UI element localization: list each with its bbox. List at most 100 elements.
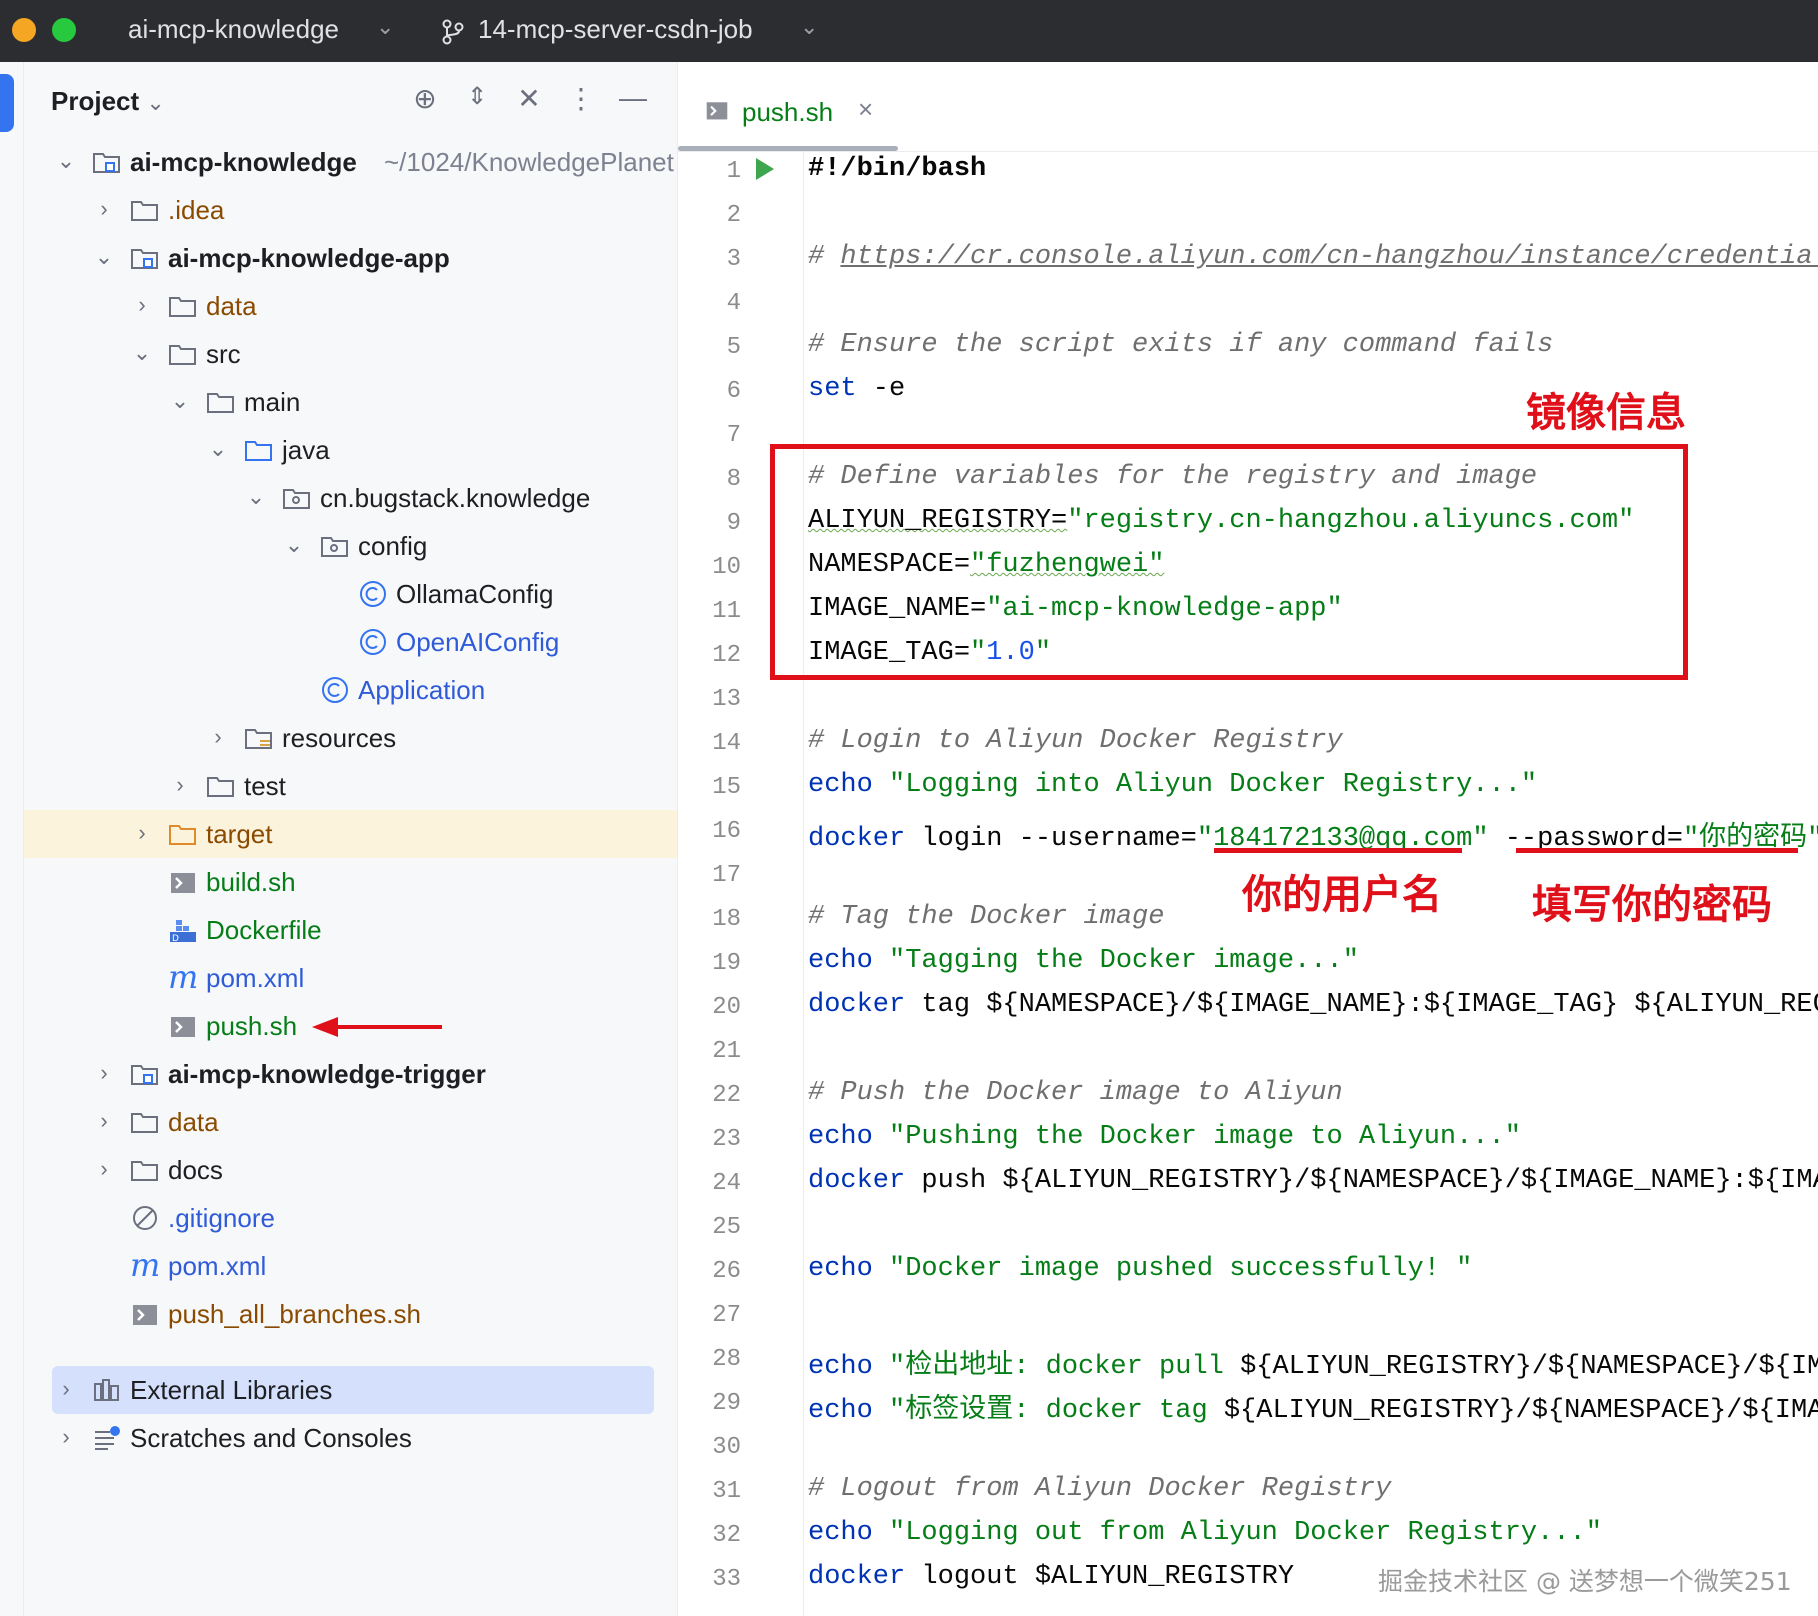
line-number[interactable]: 30 <box>678 1434 741 1461</box>
tree-item-folder[interactable]: ⌄ main <box>24 378 677 426</box>
chevron-right-icon[interactable]: › <box>132 292 152 318</box>
tab-push-sh[interactable]: push.sh × <box>678 62 898 152</box>
chevron-down-icon[interactable]: ⌄ <box>800 14 818 40</box>
line-number[interactable]: 26 <box>678 1258 741 1285</box>
line-number[interactable]: 1 <box>678 158 741 185</box>
line-number[interactable]: 19 <box>678 950 741 977</box>
expand-all-icon[interactable]: ⇕ <box>460 82 494 111</box>
line-number[interactable]: 31 <box>678 1478 741 1505</box>
branch-switcher[interactable]: 14-mcp-server-csdn-job <box>478 14 753 45</box>
code-line-31[interactable]: # Logout from Aliyun Docker Registry <box>808 1474 1391 1504</box>
line-number[interactable]: 16 <box>678 818 741 845</box>
code-line-19[interactable]: echo "Tagging the Docker image..." <box>808 946 1359 976</box>
line-number[interactable]: 24 <box>678 1170 741 1197</box>
line-number[interactable]: 22 <box>678 1082 741 1109</box>
tree-item-class[interactable]: Application <box>24 666 677 714</box>
tree-item-scratches[interactable]: › Scratches and Consoles <box>24 1414 677 1462</box>
code-line-15[interactable]: echo "Logging into Aliyun Docker Registr… <box>808 770 1537 800</box>
tree-item-file[interactable]: m pom.xml <box>24 1242 677 1290</box>
line-number[interactable]: 23 <box>678 1126 741 1153</box>
collapse-all-icon[interactable]: ✕ <box>512 82 546 115</box>
line-number[interactable]: 3 <box>678 246 741 273</box>
code-line-24[interactable]: docker push ${ALIYUN_REGISTRY}/${NAMESPA… <box>808 1166 1818 1196</box>
line-number[interactable]: 14 <box>678 730 741 757</box>
comment-url-link[interactable]: https://cr.console.aliyun.com/cn-hangzho… <box>840 242 1818 272</box>
code-line-20[interactable]: docker tag ${NAMESPACE}/${IMAGE_NAME}:${… <box>808 990 1818 1020</box>
line-number[interactable]: 25 <box>678 1214 741 1241</box>
code-line-3[interactable]: # https://cr.console.aliyun.com/cn-hangz… <box>808 242 1818 272</box>
tree-item-folder[interactable]: › data <box>24 282 677 330</box>
code-line-18[interactable]: # Tag the Docker image <box>808 902 1164 932</box>
tree-item-folder[interactable]: › data <box>24 1098 677 1146</box>
tree-item-file[interactable]: push_all_branches.sh <box>24 1290 677 1338</box>
tree-item-file[interactable]: D Dockerfile <box>24 906 677 954</box>
code-line-14[interactable]: # Login to Aliyun Docker Registry <box>808 726 1343 756</box>
project-view-selector[interactable]: Project ⌄ <box>51 86 165 117</box>
tree-item-class[interactable]: OllamaConfig <box>24 570 677 618</box>
close-icon[interactable]: × <box>858 94 873 125</box>
tree-item-file[interactable]: push.sh <box>24 1002 677 1050</box>
chevron-down-icon[interactable]: ⌄ <box>94 244 114 270</box>
tree-item-file[interactable]: m pom.xml <box>24 954 677 1002</box>
tree-item-class[interactable]: OpenAIConfig <box>24 618 677 666</box>
line-number[interactable]: 9 <box>678 510 741 537</box>
code-line-22[interactable]: # Push the Docker image to Aliyun <box>808 1078 1343 1108</box>
code-line-29[interactable]: echo "标签设置: docker tag ${ALIYUN_REGISTRY… <box>808 1386 1818 1426</box>
code-line-26[interactable]: echo "Docker image pushed successfully! … <box>808 1254 1472 1284</box>
tree-item-module[interactable]: ⌄ ai-mcp-knowledge-app <box>24 234 677 282</box>
chevron-right-icon[interactable]: › <box>56 1376 76 1402</box>
tree-item-folder[interactable]: › docs <box>24 1146 677 1194</box>
chevron-down-icon[interactable]: ⌄ <box>284 532 304 558</box>
tree-item-root[interactable]: ⌄ ai-mcp-knowledge ~/1024/KnowledgePlane… <box>24 138 677 186</box>
tree-item-file[interactable]: build.sh <box>24 858 677 906</box>
line-number[interactable]: 11 <box>678 598 741 625</box>
line-number[interactable]: 29 <box>678 1390 741 1417</box>
line-number[interactable]: 12 <box>678 642 741 669</box>
project-tool-button[interactable] <box>0 74 14 132</box>
code-line-5[interactable]: # Ensure the script exits if any command… <box>808 330 1553 360</box>
line-number[interactable]: 10 <box>678 554 741 581</box>
tree-item-folder[interactable]: › .idea <box>24 186 677 234</box>
chevron-down-icon[interactable]: ⌄ <box>170 388 190 414</box>
tree-item-folder[interactable]: › resources <box>24 714 677 762</box>
tree-item-external-libraries[interactable]: › External Libraries <box>52 1366 654 1414</box>
tree-item-module[interactable]: › ai-mcp-knowledge-trigger <box>24 1050 677 1098</box>
chevron-right-icon[interactable]: › <box>132 820 152 846</box>
chevron-down-icon[interactable]: ⌄ <box>246 484 266 510</box>
chevron-down-icon[interactable]: ⌄ <box>132 340 152 366</box>
line-number[interactable]: 28 <box>678 1346 741 1373</box>
code-line-33[interactable]: docker logout $ALIYUN_REGISTRY <box>808 1562 1294 1592</box>
locate-icon[interactable]: ⊕ <box>408 82 442 115</box>
hide-panel-icon[interactable]: — <box>616 82 650 114</box>
run-icon[interactable] <box>754 156 776 182</box>
line-number[interactable]: 2 <box>678 202 741 229</box>
line-number[interactable]: 7 <box>678 422 741 449</box>
line-number[interactable]: 6 <box>678 378 741 405</box>
tree-item-folder[interactable]: › target <box>24 810 677 858</box>
more-options-icon[interactable]: ⋮ <box>564 82 598 115</box>
chevron-down-icon[interactable]: ⌄ <box>208 436 228 462</box>
line-number[interactable]: 5 <box>678 334 741 361</box>
line-number[interactable]: 15 <box>678 774 741 801</box>
line-number[interactable]: 13 <box>678 686 741 713</box>
code-line-23[interactable]: echo "Pushing the Docker image to Aliyun… <box>808 1122 1521 1152</box>
line-number[interactable]: 21 <box>678 1038 741 1065</box>
chevron-right-icon[interactable]: › <box>94 196 114 222</box>
chevron-right-icon[interactable]: › <box>94 1060 114 1086</box>
tree-item-folder[interactable]: › test <box>24 762 677 810</box>
code-line-6[interactable]: set -e <box>808 374 905 404</box>
chevron-right-icon[interactable]: › <box>56 1424 76 1450</box>
chevron-right-icon[interactable]: › <box>94 1108 114 1134</box>
line-number[interactable]: 17 <box>678 862 741 889</box>
project-switcher[interactable]: ai-mcp-knowledge <box>128 14 339 45</box>
line-number[interactable]: 27 <box>678 1302 741 1329</box>
code-line-28[interactable]: echo "检出地址: docker pull ${ALIYUN_REGISTR… <box>808 1342 1818 1382</box>
window-maximize-button[interactable] <box>52 18 76 42</box>
line-number[interactable]: 8 <box>678 466 741 493</box>
tree-item-package[interactable]: ⌄ cn.bugstack.knowledge <box>24 474 677 522</box>
line-number[interactable]: 32 <box>678 1522 741 1549</box>
chevron-right-icon[interactable]: › <box>94 1156 114 1182</box>
line-number[interactable]: 4 <box>678 290 741 317</box>
tree-item-package[interactable]: ⌄ config <box>24 522 677 570</box>
code-line-1[interactable]: #!/bin/bash <box>808 154 986 184</box>
